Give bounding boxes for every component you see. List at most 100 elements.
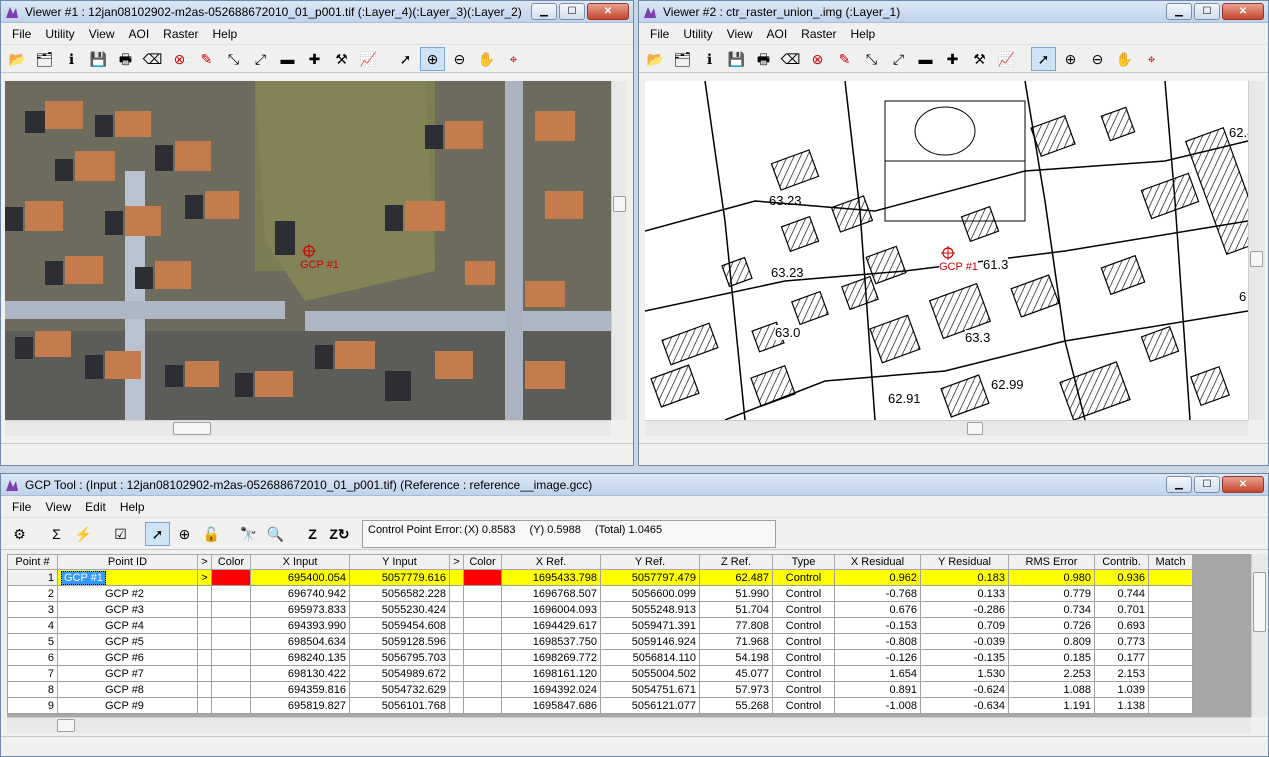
pan-hand-icon[interactable]: ✋ <box>474 47 499 71</box>
table-row[interactable]: 9 GCP #9 695819.827 5056101.768 1695847.686 5… <box>7 697 1193 714</box>
create-gcp-icon[interactable]: ⊕ <box>172 522 197 546</box>
y-ref-cell[interactable]: 5056600.099 <box>600 585 700 602</box>
row-arrow-cell[interactable] <box>197 633 212 650</box>
rms-error-cell[interactable]: 0.185 <box>1008 649 1095 666</box>
col-y-residual[interactable]: Y Residual <box>920 554 1009 570</box>
x-residual-cell[interactable]: 0.676 <box>834 601 921 618</box>
crosshair-icon[interactable]: ✚ <box>940 47 965 71</box>
viewer-1-hscrollbar[interactable] <box>5 420 611 436</box>
find-ref-icon[interactable]: 🔍 <box>263 522 288 546</box>
viewer-1-image[interactable]: GCP #1 <box>5 81 611 420</box>
match-cell[interactable] <box>1148 601 1193 618</box>
x-ref-cell[interactable]: 1698537.750 <box>501 633 601 650</box>
viewer-1-vscrollbar[interactable] <box>611 81 627 420</box>
menu-view[interactable]: View <box>38 500 78 514</box>
zoom-out-arrows-icon[interactable]: ⤢ <box>248 47 273 71</box>
menu-view[interactable]: View <box>720 27 760 41</box>
contrib-cell[interactable]: 0.693 <box>1094 617 1149 634</box>
print-icon[interactable]: 🖶 <box>113 47 138 71</box>
y-input-cell[interactable]: 5059454.608 <box>349 617 450 634</box>
info-icon[interactable]: ℹ <box>697 47 722 71</box>
eraser-icon[interactable]: ⌫ <box>140 47 165 71</box>
menu-file[interactable]: File <box>5 27 38 41</box>
point-num-cell[interactable]: 5 <box>7 633 58 650</box>
col-contrib[interactable]: Contrib. <box>1094 554 1149 570</box>
zoom-in-arrows-icon[interactable]: ⤡ <box>221 47 246 71</box>
open-folder-icon[interactable]: 📂 <box>5 47 30 71</box>
table-row[interactable]: 7 GCP #7 698130.422 5054989.672 1698161.120 5… <box>7 665 1193 682</box>
ref-arrow-cell[interactable] <box>449 649 464 666</box>
contrib-cell[interactable]: 1.138 <box>1094 697 1149 714</box>
col-point-id[interactable]: Point ID <box>57 554 198 570</box>
x-ref-cell[interactable]: 1695433.798 <box>501 569 601 586</box>
x-residual-cell[interactable]: -0.126 <box>834 649 921 666</box>
col-rms-error[interactable]: RMS Error <box>1008 554 1095 570</box>
col-x-ref[interactable]: X Ref. <box>501 554 601 570</box>
ref-arrow-cell[interactable] <box>449 665 464 682</box>
y-ref-cell[interactable]: 5057797.479 <box>600 569 700 586</box>
ref-arrow-cell[interactable] <box>449 585 464 602</box>
ref-color-cell[interactable] <box>463 649 502 666</box>
y-ref-cell[interactable]: 5059471.391 <box>600 617 700 634</box>
viewer-1-titlebar[interactable]: Viewer #1 : 12jan08102902-m2as-052688672… <box>1 1 633 23</box>
col-ref-color[interactable]: Color <box>463 554 502 570</box>
gcp-table-hscrollbar[interactable] <box>7 717 1251 733</box>
contrib-cell[interactable]: 0.773 <box>1094 633 1149 650</box>
zoom-in-arrows-icon[interactable]: ⤡ <box>859 47 884 71</box>
menu-aoi[interactable]: AOI <box>121 27 156 41</box>
y-input-cell[interactable]: 5054989.672 <box>349 665 450 682</box>
x-input-cell[interactable]: 695400.054 <box>250 569 350 586</box>
col-x-input[interactable]: X Input <box>250 554 350 570</box>
contrib-cell[interactable]: 2.153 <box>1094 665 1149 682</box>
y-ref-cell[interactable]: 5059146.924 <box>600 633 700 650</box>
col-y-ref[interactable]: Y Ref. <box>600 554 700 570</box>
zoom-in-icon[interactable]: ⊕ <box>420 46 445 71</box>
input-color-cell[interactable] <box>211 617 251 634</box>
match-cell[interactable] <box>1148 585 1193 602</box>
match-cell[interactable] <box>1148 649 1193 666</box>
table-row[interactable]: 8 GCP #8 694359.816 5054732.629 1694392.024 5… <box>7 681 1193 698</box>
ruler-icon[interactable]: ▬ <box>275 47 300 71</box>
menu-help[interactable]: Help <box>206 27 245 41</box>
input-color-cell[interactable] <box>211 585 251 602</box>
y-ref-cell[interactable]: 5055248.913 <box>600 601 700 618</box>
menu-view[interactable]: View <box>82 27 122 41</box>
measure-icon[interactable]: ✎ <box>832 47 857 71</box>
ref-arrow-cell[interactable] <box>449 569 464 586</box>
gcp-marker-icon[interactable] <box>941 246 955 260</box>
vscroll-thumb[interactable] <box>613 196 626 212</box>
y-input-cell[interactable]: 5056582.228 <box>349 585 450 602</box>
type-cell[interactable]: Control <box>772 633 835 650</box>
z-ref-cell[interactable]: 71.968 <box>699 633 773 650</box>
y-residual-cell[interactable]: 1.530 <box>920 665 1009 682</box>
input-color-cell[interactable] <box>211 697 251 714</box>
z-ref-cell[interactable]: 51.990 <box>699 585 773 602</box>
table-row[interactable]: 1 GCP #1 >695400.054 5057779.616 1695433.798… <box>7 569 1193 586</box>
zoom-out-arrows-icon[interactable]: ⤢ <box>886 47 911 71</box>
print-icon[interactable]: 🖶 <box>751 47 776 71</box>
zoom-out-icon[interactable]: ⊖ <box>447 47 472 71</box>
minimize-button[interactable]: ▁ <box>531 3 557 20</box>
inquire-icon[interactable]: ⌖ <box>1139 47 1164 71</box>
vscroll-thumb[interactable] <box>1253 572 1266 632</box>
ref-color-cell[interactable] <box>463 665 502 682</box>
y-residual-cell[interactable]: -0.135 <box>920 649 1009 666</box>
zoom-out-icon[interactable]: ⊖ <box>1085 47 1110 71</box>
z-ref-cell[interactable]: 77.808 <box>699 617 773 634</box>
match-cell[interactable] <box>1148 681 1193 698</box>
hscroll-thumb[interactable] <box>173 422 211 435</box>
col-z-ref[interactable]: Z Ref. <box>699 554 773 570</box>
menu-help[interactable]: Help <box>844 27 883 41</box>
zoom-in-icon[interactable]: ⊕ <box>1058 47 1083 71</box>
find-match-icon[interactable]: 🔭 <box>236 522 261 546</box>
clear-icon[interactable]: ⊗ <box>167 47 192 71</box>
y-ref-cell[interactable]: 5056121.077 <box>600 697 700 714</box>
menu-raster[interactable]: Raster <box>156 27 205 41</box>
rms-error-cell[interactable]: 2.253 <box>1008 665 1095 682</box>
z-ref-cell[interactable]: 51.704 <box>699 601 773 618</box>
z-ref-cell[interactable]: 54.198 <box>699 649 773 666</box>
rms-error-cell[interactable]: 0.734 <box>1008 601 1095 618</box>
y-ref-cell[interactable]: 5055004.502 <box>600 665 700 682</box>
x-ref-cell[interactable]: 1698161.120 <box>501 665 601 682</box>
x-input-cell[interactable]: 695819.827 <box>250 697 350 714</box>
